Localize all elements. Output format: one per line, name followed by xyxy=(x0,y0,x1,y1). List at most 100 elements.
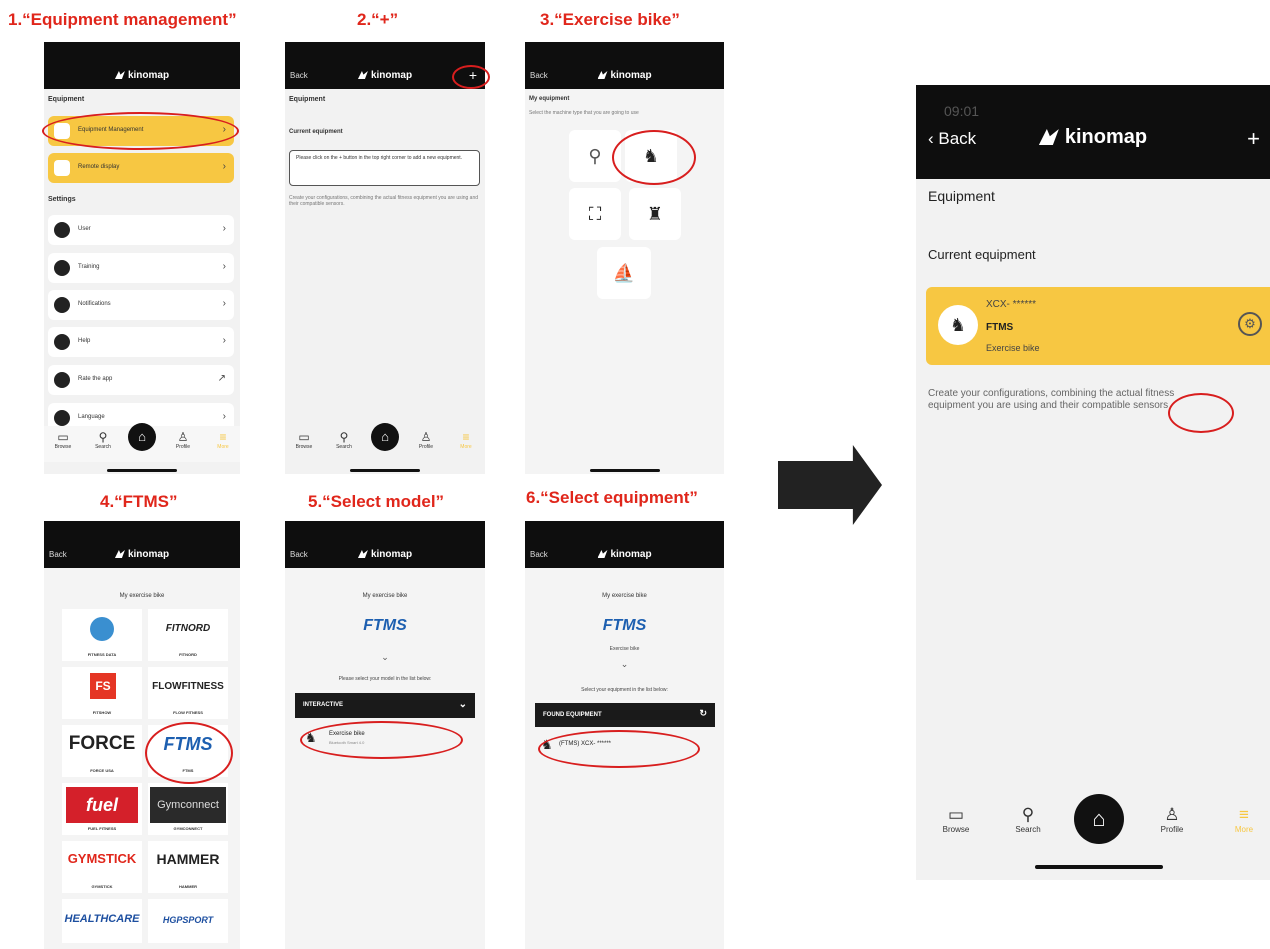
exercise-bike-icon: ♞ xyxy=(938,305,978,345)
model-dropdown[interactable]: INTERACTIVE ⌄ xyxy=(295,693,475,718)
tab-more[interactable]: ≡ More xyxy=(208,430,238,450)
settings-item-notifications[interactable]: Notifications › xyxy=(48,290,234,320)
home-button[interactable]: ⌂ xyxy=(128,423,156,451)
settings-item-rate[interactable]: Rate the app ↗ xyxy=(48,365,234,395)
annotation-circle xyxy=(300,721,463,759)
home-icon: ⌂ xyxy=(138,429,146,444)
brand-gymconnect[interactable]: Gymconnect GYMCONNECT xyxy=(148,783,228,835)
tab-browse[interactable]: ▭ Browse xyxy=(48,430,78,450)
tab-profile[interactable]: ♙ Profile xyxy=(1152,805,1192,834)
screen-equipment-management: kinomap Equipment Equipment Management ›… xyxy=(44,42,240,474)
brand-fitnord[interactable]: FITNORD FITNORD xyxy=(148,609,228,661)
kinomap-logo-icon xyxy=(114,550,125,558)
settings-item-user[interactable]: User › xyxy=(48,215,234,245)
add-equipment-button[interactable]: + xyxy=(1247,126,1260,152)
back-button[interactable]: Back xyxy=(290,71,308,80)
section-equipment: Equipment xyxy=(928,188,995,204)
tab-profile[interactable]: ♙ Profile xyxy=(411,430,441,450)
brand-hammer[interactable]: HAMMER HAMMER xyxy=(148,841,228,893)
machine-rower[interactable]: ⛵ xyxy=(597,247,651,299)
tab-search[interactable]: ⚲ Search xyxy=(88,430,118,450)
step-1-title: 1.“Equipment management” xyxy=(8,10,237,29)
refresh-icon[interactable]: ↻ xyxy=(699,708,707,719)
kinomap-logo: kinomap xyxy=(114,549,169,560)
menu-icon: ≡ xyxy=(462,430,470,444)
search-icon: ⚲ xyxy=(98,430,108,444)
tab-search[interactable]: ⚲ Search xyxy=(329,430,359,450)
tab-browse[interactable]: ▭ Browse xyxy=(289,430,319,450)
tab-browse[interactable]: ▭ Browse xyxy=(936,805,976,834)
back-button[interactable]: Back xyxy=(49,550,67,559)
chevron-right-icon: › xyxy=(222,298,226,309)
annotation-circle xyxy=(1168,393,1234,433)
step-4-title: 4.“FTMS” xyxy=(100,492,178,511)
chevron-right-icon: › xyxy=(222,261,226,272)
kinomap-logo-icon xyxy=(597,71,608,79)
annotation-circle xyxy=(145,722,233,784)
brand-healthcare[interactable]: HEALTHCARE xyxy=(62,899,142,943)
section-equipment: Equipment xyxy=(48,96,85,103)
annotation-circle xyxy=(538,730,700,768)
brand-force-usa[interactable]: FORCE FORCE USA xyxy=(62,725,142,777)
star-icon xyxy=(54,372,70,388)
elliptical-icon: ♜ xyxy=(646,204,664,224)
status-time: 09:01 xyxy=(944,103,980,119)
rower-icon: ⛵ xyxy=(612,263,636,283)
step-2-title: 2.“+” xyxy=(357,10,399,29)
step-6-title: 6.“Select equipment” xyxy=(526,488,698,507)
tab-bar: ▭ Browse ⚲ Search ⌂ ♙ Profile ≡ More xyxy=(916,793,1270,863)
back-button[interactable]: Back xyxy=(530,71,548,80)
annotation-circle xyxy=(42,112,239,150)
tab-bar: ▭ Browse ⚲ Search ⌂ ♙ Profile ≡ More xyxy=(285,423,485,462)
back-button[interactable]: ‹ Back xyxy=(928,129,976,149)
chevrons-down-icon: ⌄ xyxy=(381,652,389,662)
chevron-right-icon: › xyxy=(222,161,226,172)
brand-fitshow[interactable]: FS FITSHOW xyxy=(62,667,142,719)
annotation-circle xyxy=(612,130,696,185)
machine-elliptical[interactable]: ♜ xyxy=(629,188,681,240)
brand-fitness-data[interactable]: FITNESS DATA xyxy=(62,609,142,661)
home-button[interactable]: ⌂ xyxy=(1074,794,1124,844)
brand-sub: Exercise bike xyxy=(609,646,640,652)
tab-more[interactable]: ≡ More xyxy=(1224,805,1264,834)
settings-item-training[interactable]: Training › xyxy=(48,253,234,283)
screen-result: 09:01 ‹ Back kinomap + Equipment Current… xyxy=(916,85,1270,880)
step-3-title: 3.“Exercise bike” xyxy=(540,10,680,29)
brand-hgpsport[interactable]: HGPSPORT xyxy=(148,899,228,943)
chevron-down-icon: ⌄ xyxy=(458,699,467,710)
brand-flow-fitness[interactable]: FLOWFITNESS FLOW FITNESS xyxy=(148,667,228,719)
kinomap-logo: kinomap xyxy=(357,549,412,560)
kinomap-logo: kinomap xyxy=(357,70,412,81)
equipment-protocol: FTMS xyxy=(986,322,1014,333)
back-button[interactable]: Back xyxy=(530,550,548,559)
equipment-type: Exercise bike xyxy=(986,343,1040,353)
chevron-right-icon: › xyxy=(222,223,226,234)
user-icon xyxy=(54,222,70,238)
home-icon: ⌂ xyxy=(381,429,389,444)
brand-gymstick[interactable]: GYMSTICK GYMSTICK xyxy=(62,841,142,893)
ftms-logo: FTMS xyxy=(363,617,407,634)
kinomap-logo-icon xyxy=(357,71,368,79)
globe-icon xyxy=(54,410,70,426)
remote-display-button[interactable]: Remote display › xyxy=(48,153,234,183)
settings-item-help[interactable]: Help › xyxy=(48,327,234,357)
current-equipment-label: Current equipment xyxy=(289,129,343,135)
machine-treadmill[interactable]: ⛶ xyxy=(569,188,621,240)
footer-text: Create your configurations, combining th… xyxy=(289,195,479,207)
model-title: My exercise bike xyxy=(362,593,408,599)
tab-more[interactable]: ≡ More xyxy=(451,430,481,450)
my-equipment-title: My equipment xyxy=(529,96,570,102)
tab-search[interactable]: ⚲ Search xyxy=(1008,805,1048,834)
home-button[interactable]: ⌂ xyxy=(371,423,399,451)
back-button[interactable]: Back xyxy=(290,550,308,559)
sensor-settings-icon[interactable]: ⚙ xyxy=(1238,312,1262,336)
top-bar: 09:01 ‹ Back kinomap + xyxy=(916,85,1270,179)
tab-profile[interactable]: ♙ Profile xyxy=(168,430,198,450)
equipment-card[interactable]: ♞ XCX- ****** FTMS Exercise bike ⚙ xyxy=(926,287,1270,365)
hint-box: Please click on the + button in the top … xyxy=(289,150,480,186)
brand-fuel-fitness[interactable]: fuel FUEL FITNESS xyxy=(62,783,142,835)
chevrons-down-icon: ⌄ xyxy=(620,659,629,669)
profile-icon: ♙ xyxy=(177,430,189,444)
found-equipment-header: FOUND EQUIPMENT ↻ xyxy=(535,703,715,727)
search-icon: ⚲ xyxy=(1021,805,1035,824)
